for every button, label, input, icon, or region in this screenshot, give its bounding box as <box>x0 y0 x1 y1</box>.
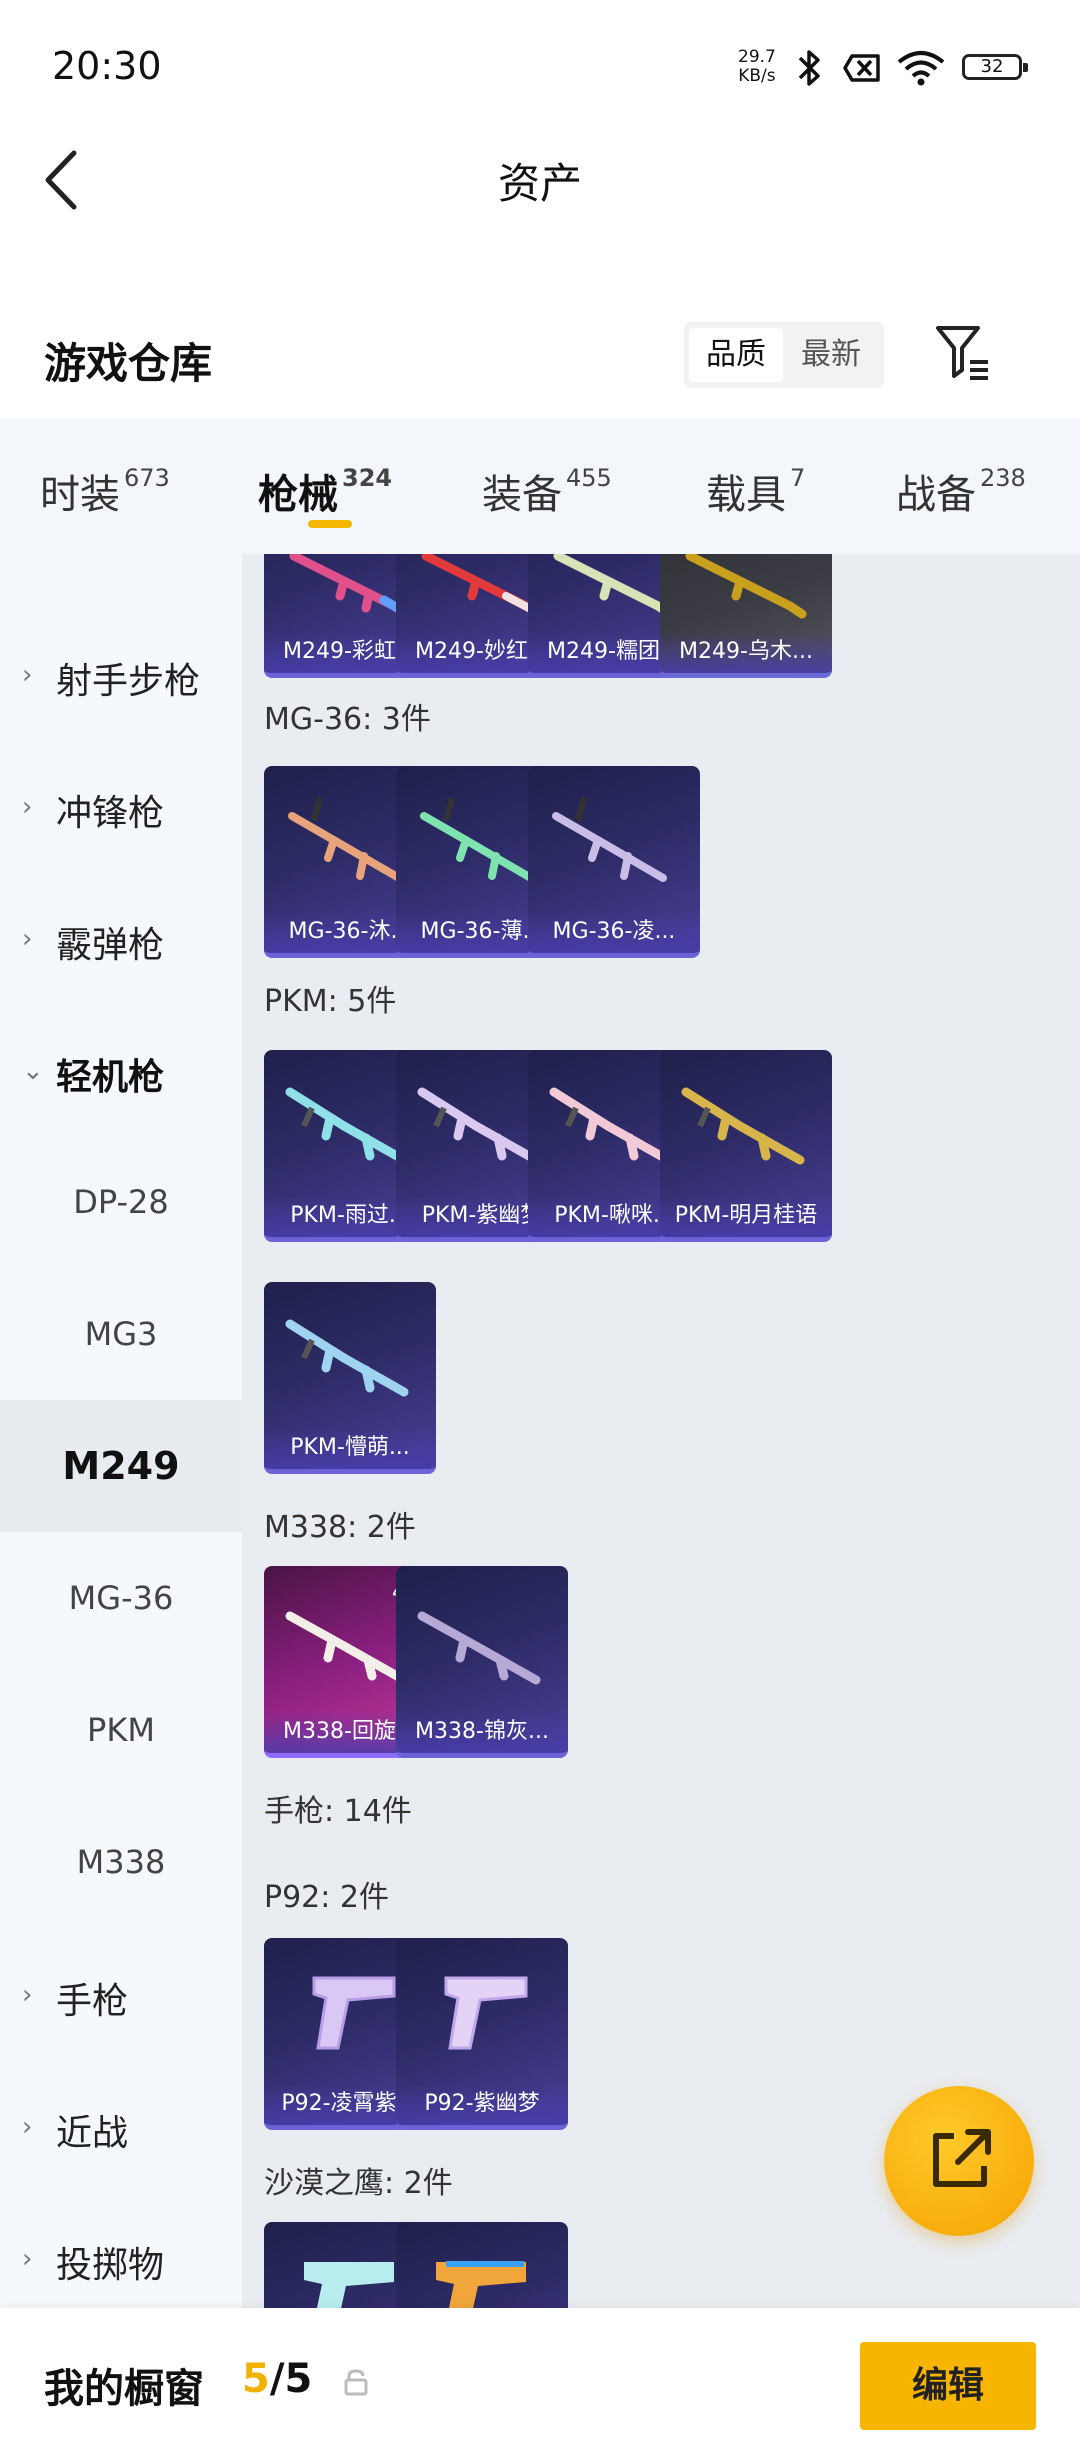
wifi-icon <box>897 51 945 86</box>
sidebar-item-pistol[interactable]: › 手枪 <box>0 1928 242 2060</box>
item-card[interactable]: P92-紫幽梦 <box>396 1938 568 2130</box>
item-grid: M249-彩虹... M249-妙红... M249-糯团... M249-乌木… <box>242 554 1080 2308</box>
rifle-icon <box>685 554 807 619</box>
tab-fashion[interactable]: 时装 673 <box>40 462 170 520</box>
section-title: 手枪: 14件 <box>264 1794 412 1829</box>
sort-quality-button[interactable]: 品质 <box>689 328 783 382</box>
pistol-icon <box>436 2261 526 2308</box>
tab-vehicles[interactable]: 载具 7 <box>706 462 805 520</box>
battery-icon: 32 <box>962 54 1028 80</box>
sidebar-item-dmr[interactable]: › 射手步枪 <box>0 608 242 740</box>
showcase-label: 我的橱窗 <box>44 2366 204 2412</box>
sidebar-sub-mg3[interactable]: MG3 <box>0 1268 242 1400</box>
machine-gun-icon <box>285 1319 409 1397</box>
filter-icon[interactable] <box>934 322 992 384</box>
category-sidebar: › 射手步枪 › 冲锋枪 › 霰弹枪 ⌄ 轻机枪 DP-28 MG3 M249 … <box>0 554 242 2308</box>
active-tab-indicator <box>308 520 352 528</box>
sort-toggle: 品质 最新 <box>684 322 884 388</box>
rifle-icon <box>552 797 667 882</box>
section-title: PKM: 5件 <box>264 984 397 1019</box>
item-card[interactable]: M338-锦灰... <box>396 1566 568 1758</box>
tab-bar: 时装 673 枪械 324 装备 455 载具 7 战备 238 <box>0 418 1080 554</box>
sidebar-item-melee[interactable]: › 近战 <box>0 2060 242 2192</box>
tab-supplies[interactable]: 战备 238 <box>896 462 1026 520</box>
section-title: M338: 2件 <box>264 1510 416 1545</box>
status-bar: 20:30 29.7 KB/s 32 <box>0 0 1080 130</box>
chevron-right-icon: › <box>22 792 33 822</box>
warehouse-title: 游戏仓库 <box>44 339 213 388</box>
network-speed: 29.7 KB/s <box>738 47 776 86</box>
machine-gun-icon <box>681 1087 805 1165</box>
item-card[interactable] <box>396 2222 568 2308</box>
tab-firearms[interactable]: 枪械 324 <box>258 462 392 520</box>
sort-newest-button[interactable]: 最新 <box>784 328 878 382</box>
chevron-down-icon: ⌄ <box>22 1056 44 1086</box>
chevron-right-icon: › <box>22 660 33 690</box>
share-button[interactable] <box>884 2086 1034 2236</box>
sidebar-sub-m249[interactable]: M249 <box>0 1400 242 1532</box>
sidebar-item-smg[interactable]: › 冲锋枪 <box>0 740 242 872</box>
chevron-right-icon: › <box>22 2112 33 2142</box>
edit-button[interactable]: 编辑 <box>860 2342 1036 2430</box>
status-time: 20:30 <box>52 44 162 88</box>
share-icon <box>933 2129 991 2187</box>
chevron-right-icon: › <box>22 924 33 954</box>
item-card[interactable]: M249-乌木... <box>660 554 832 678</box>
bluetooth-icon <box>798 50 820 86</box>
lock-icon <box>344 2369 368 2396</box>
no-sim-icon <box>843 54 880 82</box>
sidebar-item-shotgun[interactable]: › 霰弹枪 <box>0 872 242 1004</box>
chevron-right-icon: › <box>22 2244 33 2274</box>
sidebar-sub-m338[interactable]: M338 <box>0 1796 242 1928</box>
section-title: P92: 2件 <box>264 1880 389 1915</box>
item-card[interactable]: PKM-明月桂语 <box>660 1050 832 1242</box>
sidebar-sub-mg36[interactable]: MG-36 <box>0 1532 242 1664</box>
tab-equipment[interactable]: 装备 455 <box>482 462 612 520</box>
item-card[interactable]: PKM-懵萌... <box>264 1282 436 1474</box>
section-title: 沙漠之鹰: 2件 <box>264 2166 453 2201</box>
page-title: 资产 <box>497 159 582 208</box>
sidebar-sub-dp28[interactable]: DP-28 <box>0 1136 242 1268</box>
sidebar-sub-pkm[interactable]: PKM <box>0 1664 242 1796</box>
pistol-icon <box>444 1976 528 2050</box>
chevron-right-icon: › <box>22 1980 33 2010</box>
sidebar-item-lmg[interactable]: ⌄ 轻机枪 <box>0 1004 242 1136</box>
machine-gun-icon <box>417 1611 541 1685</box>
showcase-count: 5/5 <box>242 2356 313 2402</box>
section-title: MG-36: 3件 <box>264 702 431 737</box>
sidebar-item-throwable[interactable]: › 投掷物 <box>0 2192 242 2324</box>
item-card[interactable]: MG-36-凌... <box>528 766 700 958</box>
showcase-bar: 我的橱窗 5/5 编辑 <box>0 2308 1080 2460</box>
